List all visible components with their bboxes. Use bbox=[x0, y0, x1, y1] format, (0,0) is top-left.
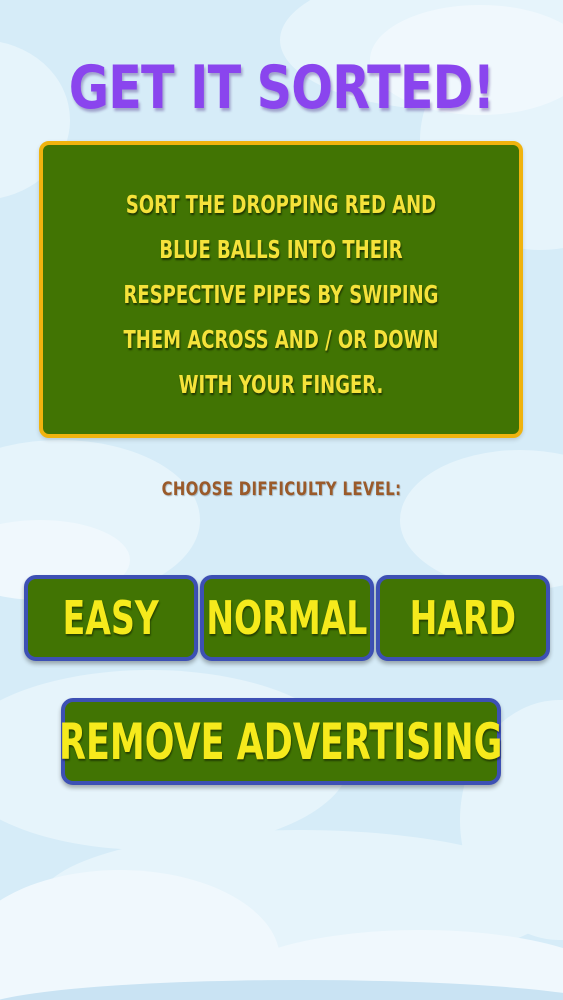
instructions-panel: SORT THE DROPPING RED AND BLUE BALLS INT… bbox=[39, 141, 523, 438]
remove-advertising-label: REMOVE ADVERTISING bbox=[59, 712, 503, 771]
normal-button-label: NORMAL bbox=[206, 591, 368, 645]
hard-button[interactable]: HARD bbox=[376, 575, 550, 661]
main-menu-screen: GET IT SORTED! SORT THE DROPPING RED AND… bbox=[0, 0, 563, 1000]
normal-button[interactable]: NORMAL bbox=[200, 575, 374, 661]
hard-button-label: HARD bbox=[409, 591, 517, 645]
difficulty-label: CHOOSE DIFFICULTY LEVEL: bbox=[161, 478, 402, 500]
game-title: GET IT SORTED! bbox=[68, 53, 495, 123]
easy-button[interactable]: EASY bbox=[24, 575, 198, 661]
easy-button-label: EASY bbox=[62, 591, 160, 645]
instructions-text: SORT THE DROPPING RED AND BLUE BALLS INT… bbox=[123, 190, 439, 399]
remove-advertising-button[interactable]: REMOVE ADVERTISING bbox=[59, 698, 503, 785]
